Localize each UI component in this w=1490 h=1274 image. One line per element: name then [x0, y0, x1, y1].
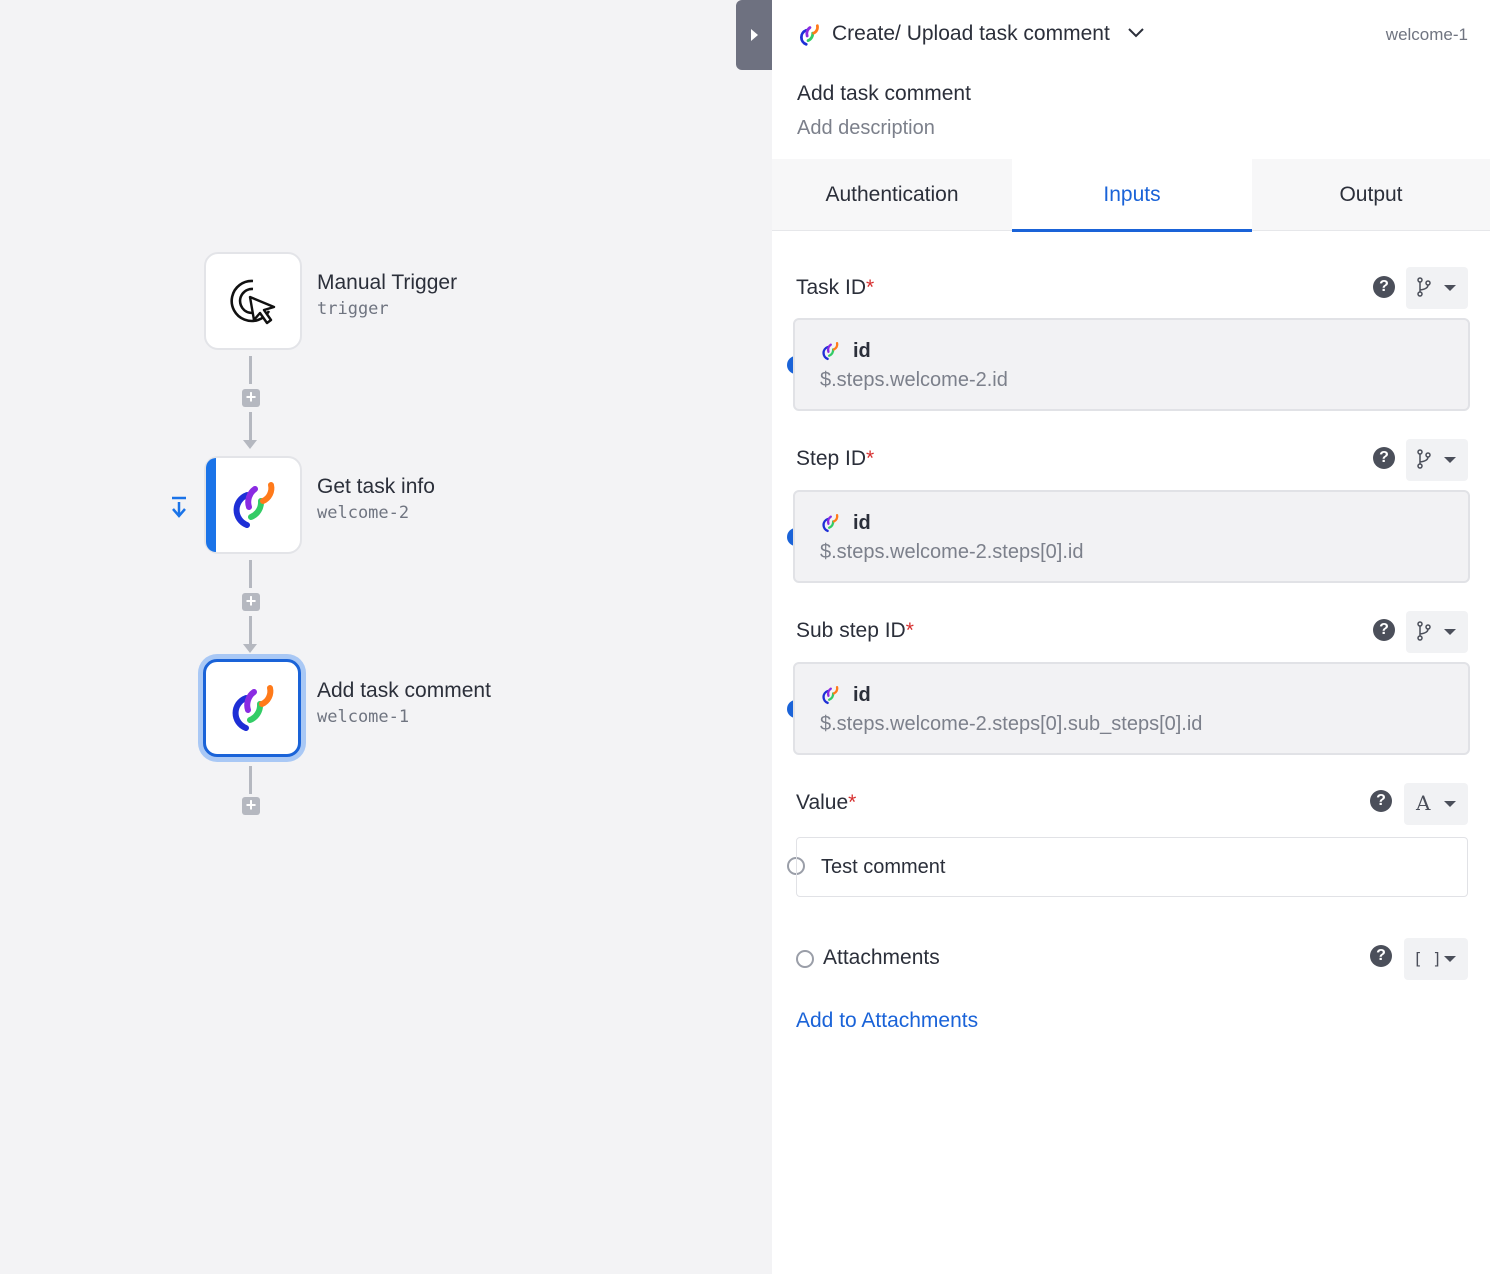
action-selector[interactable]: Create/ Upload task comment	[832, 22, 1110, 46]
brand-logo-icon	[799, 24, 819, 46]
node-subtitle: welcome-2	[317, 503, 410, 523]
array-type-icon: [ ]	[1413, 949, 1442, 968]
node-add-task-comment[interactable]	[203, 659, 301, 757]
add-to-attachments-link[interactable]: Add to Attachments	[796, 1009, 978, 1033]
label-text: Value	[796, 791, 849, 814]
field-label-value: Value*	[796, 791, 856, 815]
required-mark: *	[848, 791, 857, 814]
connector-arrow	[243, 440, 257, 449]
connector-line	[249, 412, 252, 440]
connector-line	[249, 616, 252, 644]
reference-name: id	[853, 512, 871, 534]
reference-path: $.steps.welcome-2.id	[820, 369, 1008, 391]
reference-value-box[interactable]: id $.steps.welcome-2.steps[0].sub_steps[…	[793, 662, 1470, 755]
value-input[interactable]: Test comment	[796, 837, 1468, 897]
help-icon[interactable]: ?	[1373, 276, 1395, 298]
reference-type-button[interactable]	[1406, 439, 1468, 481]
connector-line	[249, 560, 252, 588]
node-get-task-info[interactable]	[204, 456, 302, 554]
help-icon[interactable]: ?	[1370, 790, 1392, 812]
brand-logo-icon	[822, 685, 839, 705]
branch-icon	[1417, 277, 1431, 297]
panel-tabs: Authentication Inputs Output	[772, 159, 1490, 232]
connector-arrow	[243, 644, 257, 653]
brand-logo-icon	[232, 685, 274, 731]
help-icon[interactable]: ?	[1370, 945, 1392, 967]
add-step-button[interactable]: +	[242, 592, 260, 611]
label-text: Task ID	[796, 276, 867, 299]
array-type-button[interactable]: [ ]	[1404, 938, 1468, 980]
reference-path: $.steps.welcome-2.steps[0].id	[820, 541, 1084, 563]
download-arrow-icon	[172, 496, 186, 518]
required-mark: *	[866, 276, 875, 299]
caret-down-icon	[1444, 801, 1456, 807]
collapse-panel-button[interactable]	[736, 0, 772, 70]
reference-name: id	[853, 684, 871, 706]
brand-logo-icon	[822, 513, 839, 533]
reference-value-box[interactable]: id $.steps.welcome-2.steps[0].id	[793, 490, 1470, 583]
connection-dot[interactable]	[796, 950, 814, 968]
caret-down-icon	[1444, 457, 1456, 463]
reference-name: id	[853, 340, 871, 362]
step-name[interactable]: Add task comment	[797, 82, 971, 106]
field-label-attachments: Attachments	[823, 946, 940, 969]
panel-header: Create/ Upload task comment welcome-1	[772, 0, 1490, 70]
caret-down-icon	[1444, 285, 1456, 291]
caret-down-icon	[1444, 629, 1456, 635]
tab-authentication[interactable]: Authentication	[772, 159, 1012, 231]
label-text: Step ID	[796, 447, 867, 470]
field-label-step-id: Step ID*	[796, 447, 874, 471]
help-icon[interactable]: ?	[1373, 447, 1395, 469]
add-step-button[interactable]: +	[242, 796, 260, 815]
caret-down-icon	[1444, 956, 1456, 962]
label-text: Sub step ID	[796, 619, 906, 642]
step-config-panel: Create/ Upload task comment welcome-1 Ad…	[772, 0, 1490, 1274]
chevron-down-icon[interactable]	[1128, 28, 1144, 38]
brand-logo-icon	[822, 341, 839, 361]
reference-path: $.steps.welcome-2.steps[0].sub_steps[0].…	[820, 713, 1203, 735]
reference-type-button[interactable]	[1406, 267, 1468, 309]
tab-output[interactable]: Output	[1252, 159, 1490, 231]
text-type-icon: A	[1416, 791, 1431, 815]
connector-line	[249, 766, 252, 794]
help-icon[interactable]: ?	[1373, 619, 1395, 641]
value-type-button[interactable]: A	[1404, 783, 1468, 825]
node-title: Add task comment	[317, 679, 491, 702]
node-subtitle: welcome-1	[317, 707, 410, 727]
cursor-click-icon	[230, 279, 276, 325]
step-key: welcome-1	[1385, 25, 1468, 44]
add-step-button[interactable]: +	[242, 388, 260, 407]
tab-inputs[interactable]: Inputs	[1012, 159, 1252, 232]
required-mark: *	[905, 619, 914, 642]
workflow-canvas[interactable]: Manual Trigger trigger + Get task info w…	[0, 0, 772, 1274]
node-title: Get task info	[317, 475, 435, 498]
node-subtitle: trigger	[317, 299, 389, 319]
field-label-task-id: Task ID*	[796, 276, 874, 300]
step-description-input[interactable]: Add description	[797, 117, 935, 140]
branch-icon	[1417, 449, 1431, 469]
node-title: Manual Trigger	[317, 271, 458, 294]
caret-right-icon	[751, 29, 758, 41]
branch-icon	[1417, 621, 1431, 641]
reference-type-button[interactable]	[1406, 611, 1468, 653]
brand-logo-icon	[233, 482, 275, 528]
reference-value-box[interactable]: id $.steps.welcome-2.id	[793, 318, 1470, 411]
node-manual-trigger[interactable]	[204, 252, 302, 350]
field-label-sub-step-id: Sub step ID*	[796, 619, 914, 643]
connector-line	[249, 356, 252, 384]
required-mark: *	[866, 447, 875, 470]
